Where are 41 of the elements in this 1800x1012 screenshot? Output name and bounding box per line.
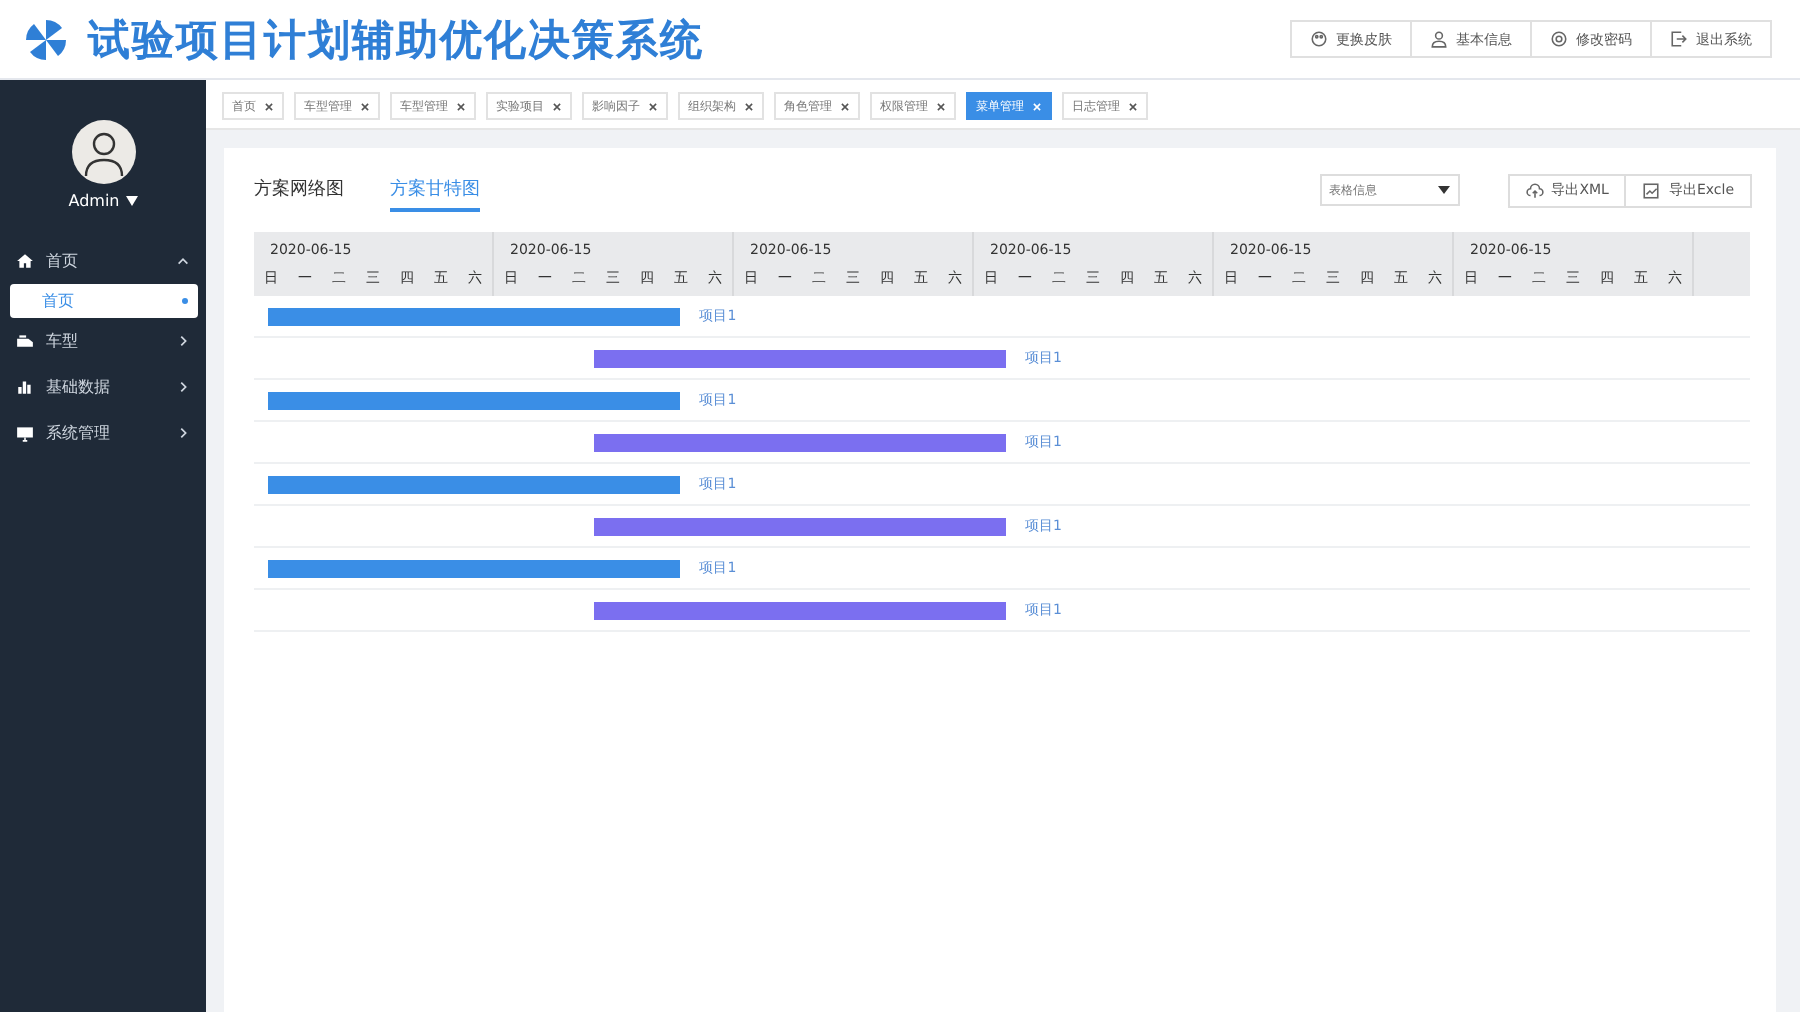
task-bar[interactable] — [593, 517, 1006, 535]
user-icon — [1430, 30, 1448, 48]
active-dot — [182, 298, 188, 304]
close-icon — [744, 101, 754, 111]
close-icon — [360, 101, 370, 111]
close-icon — [936, 101, 946, 111]
home-icon — [16, 252, 34, 270]
logout-icon — [1670, 30, 1688, 48]
nav-item[interactable]: 车型 — [0, 318, 206, 364]
caret-down-icon — [1437, 186, 1450, 194]
task-bar[interactable] — [268, 307, 680, 325]
close-icon — [1032, 101, 1042, 111]
view-tab[interactable]: 方案网络图 — [254, 169, 344, 211]
task-bar[interactable] — [268, 559, 680, 577]
nav-subitem[interactable]: 首页 — [10, 284, 198, 318]
cloud-upload-icon — [1525, 181, 1544, 199]
task-bar[interactable] — [593, 601, 1006, 619]
person-silhouette-icon — [81, 128, 125, 176]
task-bar[interactable] — [268, 391, 680, 409]
close-icon — [552, 101, 562, 111]
close-icon — [264, 101, 274, 111]
user-name[interactable]: Admin — [68, 192, 120, 210]
close-icon — [1128, 101, 1138, 111]
bar-chart-icon — [16, 378, 34, 396]
avatar[interactable] — [71, 120, 135, 184]
view-tab[interactable]: 方案甘特图 — [390, 169, 480, 211]
task-bar[interactable] — [593, 433, 1006, 451]
logo-icon — [24, 17, 68, 61]
task-bar[interactable] — [268, 475, 680, 493]
close-icon — [456, 101, 466, 111]
app-title: 试验项目计划辅助优化决策系统 — [88, 13, 704, 67]
nav-item[interactable]: 系统管理 — [0, 410, 206, 456]
chart-icon — [1642, 181, 1661, 199]
task-bar[interactable] — [593, 349, 1006, 367]
nav-item[interactable]: 基础数据 — [0, 364, 206, 410]
close-icon — [648, 101, 658, 111]
settings-icon — [1550, 30, 1568, 48]
monitor-icon — [16, 424, 34, 442]
close-icon — [840, 101, 850, 111]
caret-down-icon[interactable] — [125, 196, 138, 206]
nav-item[interactable]: 首页 — [0, 238, 206, 284]
